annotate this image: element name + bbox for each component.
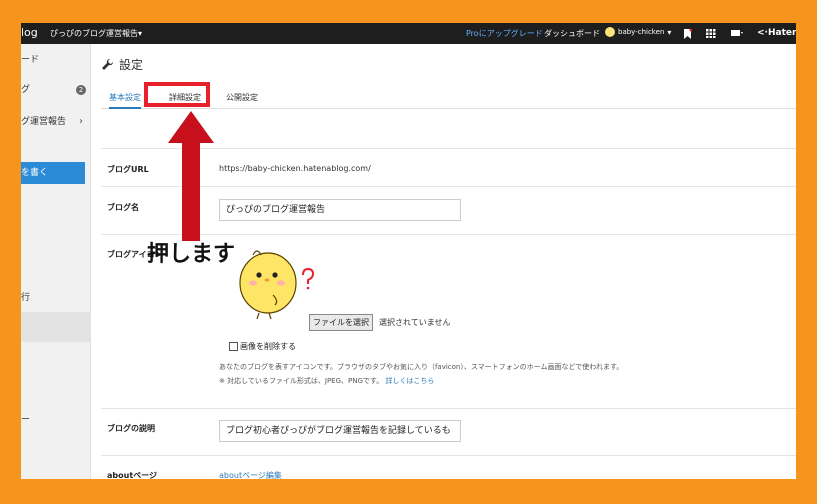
user-menu[interactable]: baby-chicken ▾ — [605, 27, 671, 37]
icon-format-text: ※ 対応しているファイル形式は、JPEG、PNGです。 — [219, 377, 384, 385]
hatena-logo-text: Haten — [767, 28, 796, 38]
blog-logo[interactable]: log — [21, 26, 38, 39]
blog-description-label: ブログの説明 — [107, 424, 155, 433]
icon-more-link[interactable]: 詳しくはこちら — [385, 377, 434, 385]
sidebar-item-settings-selected[interactable] — [21, 312, 90, 342]
grid-menu-icon[interactable] — [706, 29, 716, 38]
sidebar-item-other[interactable]: ー — [21, 410, 90, 430]
red-arrow-icon — [168, 111, 214, 241]
dashboard-link[interactable]: ダッシュボード — [544, 28, 600, 39]
callout-text: 押します — [147, 242, 236, 267]
sidebar-item-current-blog[interactable]: グ運営報告 › — [21, 112, 90, 132]
username: baby-chicken — [618, 28, 665, 36]
file-status: 選択されていません — [379, 318, 451, 327]
about-page-edit-link[interactable]: aboutページ編集 — [219, 470, 282, 479]
page-title-text: 設定 — [119, 58, 144, 72]
blog-description-input[interactable]: ブログ初心者ぴっぴがブログ運営報告を記録しているも — [219, 420, 461, 442]
pro-upgrade-link[interactable]: Proにアップグレード — [466, 28, 543, 39]
wrench-icon — [102, 58, 114, 70]
sidebar-item-blogs[interactable]: グ 2 — [21, 80, 90, 100]
avatar — [605, 27, 615, 37]
sidebar-item-label: グ — [21, 85, 31, 95]
divider — [101, 408, 796, 409]
icon-help-text: あなたのブログを表すアイコンです。ブラウザのタブやお気に入り（favicon）、… — [219, 363, 624, 371]
delete-image-checkbox[interactable]: 画像を削除する — [229, 341, 296, 352]
sidebar: ード グ 2 グ運営報告 › を書く 行 ー — [21, 44, 91, 479]
blog-name-text: ぴっぴのブログ運営報告 — [50, 29, 138, 38]
bookmark-icon[interactable] — [683, 28, 693, 39]
chevron-right-icon: › — [79, 116, 83, 127]
message-icon[interactable] — [731, 29, 743, 38]
blog-name-input[interactable]: ぴっぴのブログ運営報告 — [219, 199, 461, 221]
sidebar-item-misc[interactable]: 行 — [21, 288, 90, 308]
blog-name-label: ブログ名 — [107, 203, 139, 212]
sidebar-item-dashboard[interactable]: ード — [21, 50, 90, 70]
blog-url-label: ブログURL — [107, 165, 149, 174]
sidebar-item-label: 行 — [21, 293, 31, 303]
screenshot-frame: log ぴっぴのブログ運営報告▾ Proにアップグレード ダッシュボード bab… — [21, 23, 796, 479]
divider — [101, 455, 796, 456]
blog-count-badge: 2 — [76, 85, 86, 95]
delete-image-label: 画像を削除する — [240, 342, 296, 351]
write-post-button[interactable]: を書く — [21, 162, 85, 184]
page-title: 設定 — [101, 56, 143, 73]
top-bar: log ぴっぴのブログ運営報告▾ Proにアップグレード ダッシュボード bab… — [21, 23, 796, 44]
icon-format-help: ※ 対応しているファイル形式は、JPEG、PNGです。 詳しくはこちら — [219, 376, 434, 386]
blog-name-menu[interactable]: ぴっぴのブログ運営報告▾ — [50, 28, 142, 39]
write-post-label: を書く — [21, 168, 49, 178]
checkbox-box — [229, 342, 238, 351]
tab-basic-settings[interactable]: 基本設定 — [109, 92, 141, 109]
detail-tab-highlight-box — [144, 82, 210, 107]
about-page-label: aboutページ — [107, 471, 157, 479]
sidebar-item-label: ー — [21, 415, 31, 425]
hatena-logo[interactable]: <·Haten — [757, 28, 796, 38]
blog-url-value: https://baby-chicken.hatenablog.com/ — [219, 164, 371, 173]
tab-public-settings[interactable]: 公開設定 — [226, 92, 258, 103]
chick-mascot-icon — [239, 250, 315, 320]
sidebar-item-label: ード — [21, 55, 40, 65]
sidebar-item-label: グ運営報告 — [21, 117, 67, 127]
